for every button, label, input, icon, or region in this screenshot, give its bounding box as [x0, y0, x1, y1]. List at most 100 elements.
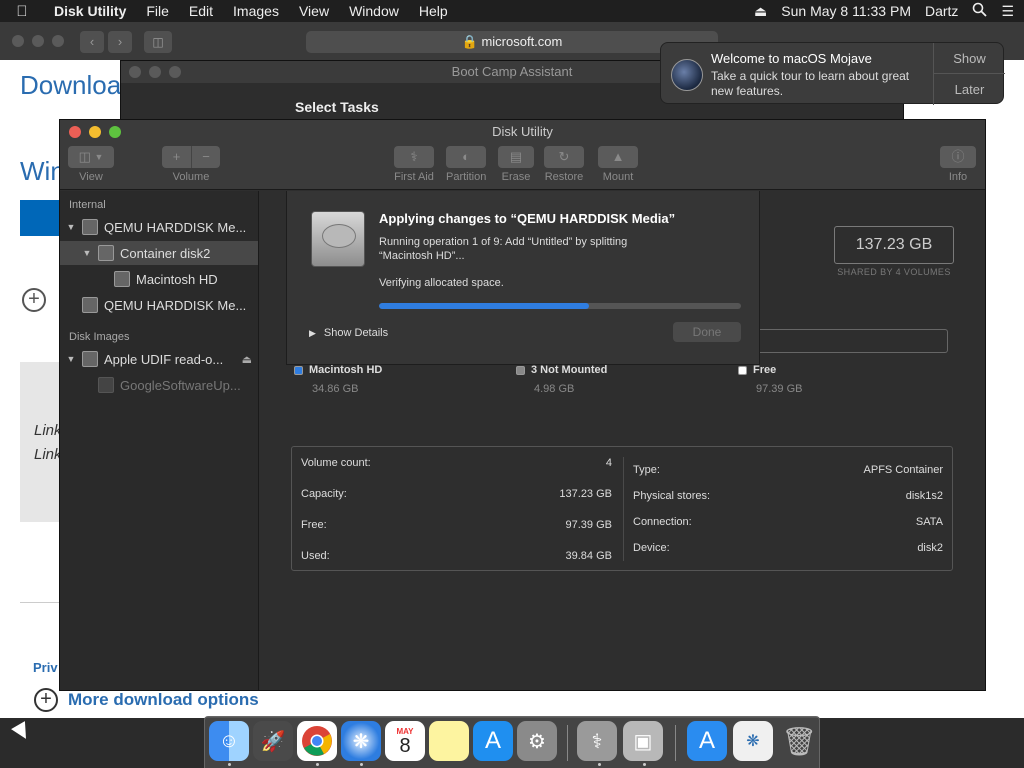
notification-show-button[interactable]: Show	[934, 43, 1005, 74]
link-text-1[interactable]: Link	[34, 422, 62, 439]
info-button[interactable]: ⓘ Info	[940, 146, 976, 183]
select-tasks-heading: Select Tasks	[295, 99, 379, 115]
finder-icon[interactable]: ☺	[209, 721, 249, 761]
menu-help[interactable]: Help	[409, 3, 458, 19]
info-value: SATA	[915, 516, 943, 528]
info-label: Info	[948, 171, 968, 183]
mount-button[interactable]: ▲ Mount	[598, 146, 638, 183]
minimize-button[interactable]	[149, 66, 161, 78]
notification-body: Take a quick tour to learn about great n…	[711, 69, 910, 98]
menu-clock[interactable]: Sun May 8 11:33 PM	[781, 3, 911, 19]
sheet-title: Applying changes to “QEMU HARDDISK Media…	[379, 211, 676, 226]
disclosure-down-icon[interactable]: ▼	[80, 248, 94, 258]
hard-disk-icon	[311, 211, 365, 267]
menu-edit[interactable]: Edit	[179, 3, 223, 19]
legend-size: 4.98 GB	[534, 383, 575, 395]
dock: ☺ 🚀 ❋ MAY 8 A ⚙ ⚕ ▣ A ❋ 🗑	[204, 716, 820, 768]
sidebar-item-apple-udif[interactable]: ▼ Apple UDIF read-o... ⏏	[60, 347, 258, 371]
eject-icon[interactable]: ⏏	[242, 353, 252, 366]
app-store-icon[interactable]: A	[473, 721, 513, 761]
sidebar-item-qemu-disk-2[interactable]: QEMU HARDDISK Me...	[60, 293, 258, 317]
show-details-toggle[interactable]: ▶ Show Details	[309, 327, 388, 339]
info-label: Used:	[301, 549, 330, 562]
legend-not-mounted: 3 Not Mounted 4.98 GB	[516, 364, 607, 395]
address-bar[interactable]: 🔒 microsoft.com	[306, 31, 718, 53]
table-row: Connection: SATA	[624, 509, 953, 535]
menu-window[interactable]: Window	[339, 3, 409, 19]
hard-disk-icon	[82, 297, 98, 313]
chrome-icon[interactable]	[297, 721, 337, 761]
menu-user[interactable]: Dartz	[925, 3, 958, 19]
first-aid-button[interactable]: ⚕ First Aid	[394, 146, 434, 183]
safari-icon[interactable]: ❋	[341, 721, 381, 761]
sidebar-item-google-software-update[interactable]: GoogleSoftwareUp...	[60, 373, 258, 397]
volume-control[interactable]: + − Volume	[162, 146, 220, 183]
legend-name: Free	[753, 364, 777, 376]
blue-button[interactable]	[20, 200, 60, 236]
remove-volume-icon[interactable]: −	[191, 146, 220, 168]
sidebar-item-label: Macintosh HD	[136, 271, 218, 287]
close-button[interactable]	[12, 35, 24, 47]
chevron-down-icon: ▼	[94, 152, 104, 162]
plus-circle-icon: +	[34, 688, 58, 712]
calendar-icon[interactable]: MAY 8	[385, 721, 425, 761]
sidebar-item-qemu-disk-1[interactable]: ▼ QEMU HARDDISK Me...	[60, 215, 258, 239]
more-download-options[interactable]: + More download options	[34, 688, 259, 712]
link-text-2[interactable]: Link	[34, 446, 62, 463]
trash-icon[interactable]: 🗑	[779, 721, 819, 761]
partition-button[interactable]: ◐ Partition	[446, 146, 486, 183]
disclosure-down-icon[interactable]: ▼	[64, 222, 78, 232]
notes-icon[interactable]	[429, 721, 469, 761]
first-aid-label: First Aid	[394, 171, 434, 183]
running-indicator	[643, 763, 646, 766]
divider	[20, 602, 60, 603]
privacy-link[interactable]: Priv	[33, 660, 58, 675]
notification-later-button[interactable]: Later	[934, 74, 1005, 105]
more-download-options-label: More download options	[68, 690, 259, 709]
spotlight-search-icon[interactable]	[972, 2, 988, 20]
menu-images[interactable]: Images	[223, 3, 289, 19]
downloads-document-icon[interactable]: ❋	[733, 721, 773, 761]
sidebar-item-macintosh-hd[interactable]: Macintosh HD	[60, 267, 258, 291]
menu-view[interactable]: View	[289, 3, 339, 19]
gray-panel	[20, 362, 60, 522]
app-store-download-icon[interactable]: A	[687, 721, 727, 761]
zoom-button[interactable]	[169, 66, 181, 78]
disk-utility-dock-icon[interactable]: ⚕	[577, 721, 617, 761]
notification-banner[interactable]: Welcome to macOS Mojave Take a quick tou…	[660, 42, 1005, 105]
table-row: Physical stores: disk1s2	[624, 483, 953, 509]
eject-status-icon[interactable]: ⏏	[754, 3, 767, 20]
mojave-icon	[671, 59, 703, 91]
info-label: Volume count:	[301, 456, 371, 469]
done-button[interactable]: Done	[673, 322, 741, 342]
minimize-button[interactable]	[32, 35, 44, 47]
plus-circle-icon[interactable]: +	[22, 288, 46, 312]
forward-icon[interactable]: ›	[108, 31, 132, 53]
launchpad-icon[interactable]: 🚀	[253, 721, 293, 761]
info-table: Volume count: 4 Capacity: 137.23 GB Free: 9…	[291, 446, 953, 571]
calendar-day: 8	[399, 734, 411, 757]
boot-camp-icon[interactable]: ▣	[623, 721, 663, 761]
erase-label: Erase	[501, 171, 531, 183]
erase-button[interactable]: ▤ Erase	[498, 146, 534, 183]
view-control[interactable]: ◫ ▼ View	[68, 146, 114, 183]
info-icon: ⓘ	[951, 149, 965, 164]
back-icon[interactable]: ‹	[80, 31, 104, 53]
add-volume-icon[interactable]: +	[162, 146, 191, 168]
restore-button[interactable]: ↻ Restore	[544, 146, 584, 183]
zoom-button[interactable]	[52, 35, 64, 47]
info-value: 39.84 GB	[565, 549, 612, 562]
sidebar-toggle-icon[interactable]: ◫	[144, 31, 172, 53]
disclosure-down-icon[interactable]: ▼	[64, 354, 78, 364]
close-button[interactable]	[129, 66, 141, 78]
legend-free: Free 97.39 GB	[738, 364, 802, 395]
menu-app-name[interactable]: Disk Utility	[44, 3, 136, 19]
apple-menu-icon[interactable]: 	[0, 3, 44, 20]
legend-swatch	[738, 365, 747, 375]
notification-center-icon[interactable]: ☰	[1001, 3, 1014, 20]
system-preferences-icon[interactable]: ⚙	[517, 721, 557, 761]
sheet-operation-text: Running operation 1 of 9: Add “Untitled”…	[379, 236, 628, 262]
sidebar-item-container-disk2[interactable]: ▼ Container disk2	[60, 241, 258, 265]
menu-file[interactable]: File	[136, 3, 179, 19]
page-heading: Downloa	[20, 70, 122, 100]
